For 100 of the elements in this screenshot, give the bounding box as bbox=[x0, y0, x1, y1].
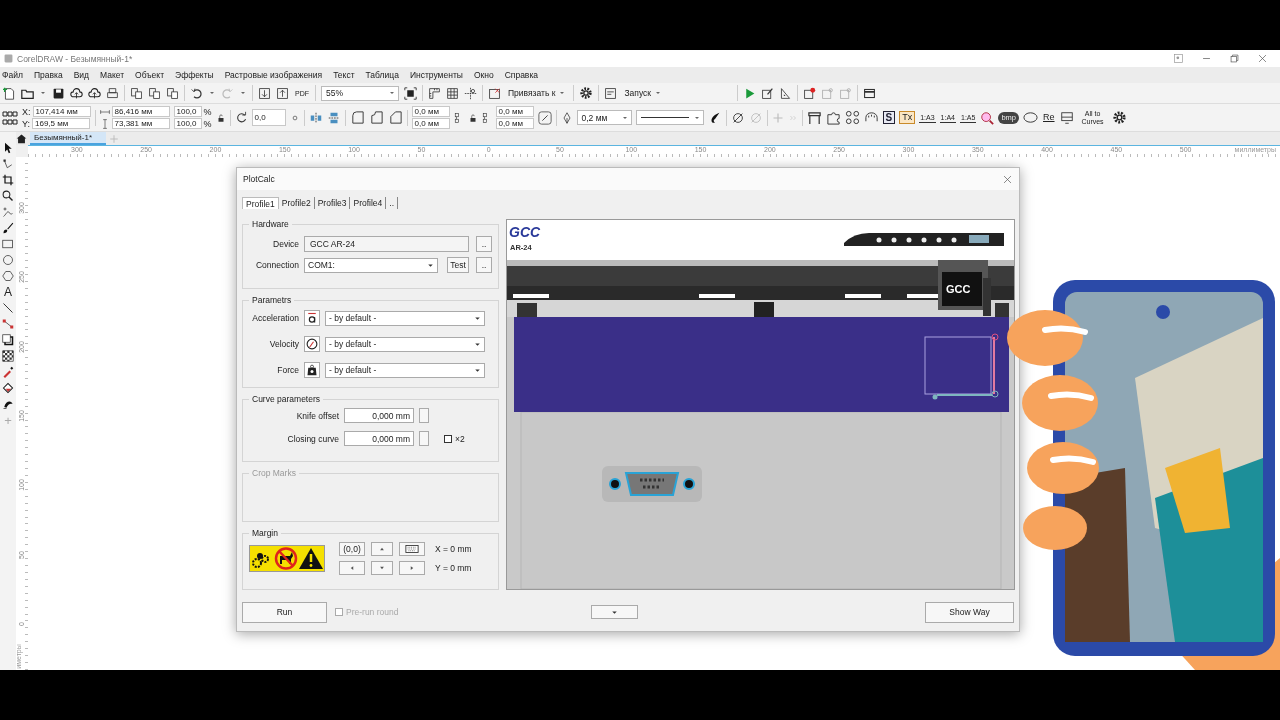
outline-width-dropdown[interactable]: 0,2 мм bbox=[576, 110, 632, 125]
zoom-dropdown[interactable]: 55% bbox=[321, 85, 399, 101]
window-icon[interactable] bbox=[863, 86, 877, 100]
input-field[interactable]: 0,0 мм bbox=[495, 118, 534, 129]
show-way-button[interactable]: Show Way bbox=[925, 601, 1014, 623]
scallop-corner-icon[interactable] bbox=[368, 110, 384, 125]
zoom-icon[interactable] bbox=[2, 190, 14, 202]
text-tool[interactable]: A bbox=[4, 286, 12, 298]
connection-dropdown[interactable]: COM1: bbox=[304, 257, 438, 273]
monitor-icon[interactable] bbox=[1059, 110, 1074, 125]
number-field[interactable]: 0,000 mm bbox=[344, 431, 414, 446]
menu-item[interactable]: Правка bbox=[33, 70, 63, 80]
puzzle-icon[interactable] bbox=[825, 110, 841, 125]
origin-button[interactable]: (0,0) bbox=[339, 542, 365, 556]
ellipse-icon[interactable] bbox=[1023, 110, 1038, 125]
grid-icon[interactable] bbox=[446, 86, 459, 100]
ellipse-icon[interactable] bbox=[2, 254, 14, 266]
pointer-icon[interactable] bbox=[2, 142, 14, 154]
fit-page-icon[interactable] bbox=[404, 86, 417, 100]
input-field[interactable]: 0,0 мм bbox=[411, 118, 450, 129]
account-icon[interactable] bbox=[1173, 53, 1184, 64]
profile-tab[interactable]: Profile3 bbox=[314, 197, 351, 209]
menu-item[interactable]: Макет bbox=[100, 70, 125, 80]
run-button[interactable]: Run bbox=[242, 601, 327, 623]
round-corner-icon[interactable] bbox=[349, 110, 365, 125]
close-icon[interactable] bbox=[1002, 173, 1013, 185]
input-field[interactable]: 86,416 мм bbox=[111, 106, 170, 117]
menu-item[interactable]: Объект bbox=[135, 70, 165, 80]
guides-icon[interactable] bbox=[464, 86, 477, 100]
document-tab[interactable]: Безымянный-1* bbox=[30, 132, 107, 145]
macro-button[interactable]: Tx bbox=[899, 111, 916, 124]
keyboard-button[interactable] bbox=[399, 542, 425, 556]
save-icon[interactable] bbox=[52, 86, 65, 100]
cloud-icon[interactable] bbox=[88, 86, 101, 100]
input-field[interactable]: 0,0 мм bbox=[495, 106, 534, 117]
input-field[interactable]: 169,5 мм bbox=[32, 118, 90, 129]
interactive-fill-icon[interactable] bbox=[2, 398, 14, 410]
import-icon[interactable] bbox=[258, 86, 271, 100]
menu-item[interactable]: Таблица bbox=[365, 70, 399, 80]
parameter-dropdown[interactable]: - by default - bbox=[325, 362, 485, 378]
menu-item[interactable]: Справка bbox=[504, 70, 539, 80]
launch-button[interactable]: Запуск bbox=[622, 86, 733, 100]
double-checkbox[interactable]: ×2 bbox=[444, 433, 465, 444]
input-field[interactable]: 107,414 мм bbox=[32, 106, 91, 117]
profile-tab[interactable]: Profile2 bbox=[278, 197, 315, 209]
pages-icon[interactable] bbox=[130, 86, 143, 100]
pages-icon[interactable] bbox=[166, 86, 179, 100]
snap-to-button[interactable]: Привязать к bbox=[506, 86, 569, 100]
rulers-icon[interactable] bbox=[428, 86, 441, 100]
input-field[interactable]: 0,0 bbox=[251, 109, 286, 126]
table-icon[interactable] bbox=[806, 110, 822, 125]
chamfer-corner-icon[interactable] bbox=[387, 110, 403, 125]
cloud-icon[interactable] bbox=[70, 86, 83, 100]
input-field[interactable]: 100,0 bbox=[173, 118, 202, 129]
polygon-icon[interactable] bbox=[2, 270, 14, 282]
number-field[interactable]: 0,000 mm bbox=[344, 408, 414, 423]
undo-icon[interactable] bbox=[190, 86, 203, 100]
transparency-icon[interactable] bbox=[2, 350, 14, 362]
line-style-dropdown[interactable] bbox=[635, 110, 704, 125]
menu-item[interactable]: Эффекты bbox=[175, 70, 214, 80]
freehand-icon[interactable] bbox=[2, 206, 14, 218]
browse-button[interactable]: .. bbox=[476, 257, 492, 273]
menu-item[interactable]: Файл bbox=[2, 70, 23, 80]
menu-item[interactable]: Инструменты bbox=[409, 70, 463, 80]
home-icon[interactable] bbox=[16, 133, 27, 144]
play-icon[interactable] bbox=[743, 86, 757, 100]
shape-tool-icon[interactable] bbox=[2, 158, 14, 170]
parameter-dropdown[interactable]: - by default - bbox=[325, 336, 485, 352]
device-field[interactable]: GCC AR-24 bbox=[304, 236, 469, 252]
line-icon[interactable] bbox=[2, 302, 14, 314]
crop-icon[interactable] bbox=[2, 174, 14, 186]
new-document-icon[interactable] bbox=[3, 86, 16, 100]
profile-tab[interactable]: Profile4 bbox=[350, 197, 387, 209]
browse-button[interactable]: .. bbox=[476, 236, 492, 252]
eyedropper-icon[interactable] bbox=[2, 366, 14, 378]
corner-scale-icon[interactable] bbox=[537, 110, 552, 125]
input-field[interactable]: 100,0 bbox=[173, 106, 202, 117]
close-icon[interactable] bbox=[1257, 53, 1268, 64]
restore-icon[interactable] bbox=[1229, 53, 1240, 64]
brush-icon[interactable] bbox=[2, 222, 14, 234]
menu-item[interactable]: Растровые изображения bbox=[224, 70, 323, 80]
menu-item[interactable]: Окно bbox=[473, 70, 494, 80]
macro-button[interactable]: S bbox=[882, 111, 896, 124]
macro-button[interactable]: Re bbox=[1042, 113, 1056, 122]
menu-item[interactable]: Текст bbox=[333, 70, 355, 80]
connector-icon[interactable] bbox=[2, 318, 14, 330]
snap-icon[interactable] bbox=[488, 86, 501, 100]
mirror-vertical-icon[interactable] bbox=[326, 110, 341, 125]
input-field[interactable]: 0,0 мм bbox=[411, 106, 450, 117]
printer-icon[interactable] bbox=[106, 86, 119, 100]
test-button[interactable]: Test bbox=[447, 257, 469, 273]
parameter-dropdown[interactable]: - by default - bbox=[325, 310, 485, 326]
rotate-icon[interactable] bbox=[234, 111, 248, 124]
mirror-horizontal-icon[interactable] bbox=[308, 110, 323, 125]
profile-tab[interactable]: Profile1 bbox=[242, 197, 279, 209]
profile-tab[interactable]: .. bbox=[386, 197, 399, 209]
settings-icon[interactable] bbox=[1111, 110, 1127, 125]
fill-icon[interactable] bbox=[2, 382, 14, 394]
input-field[interactable]: 73,381 мм bbox=[111, 118, 170, 129]
edit-icon[interactable] bbox=[761, 86, 775, 100]
